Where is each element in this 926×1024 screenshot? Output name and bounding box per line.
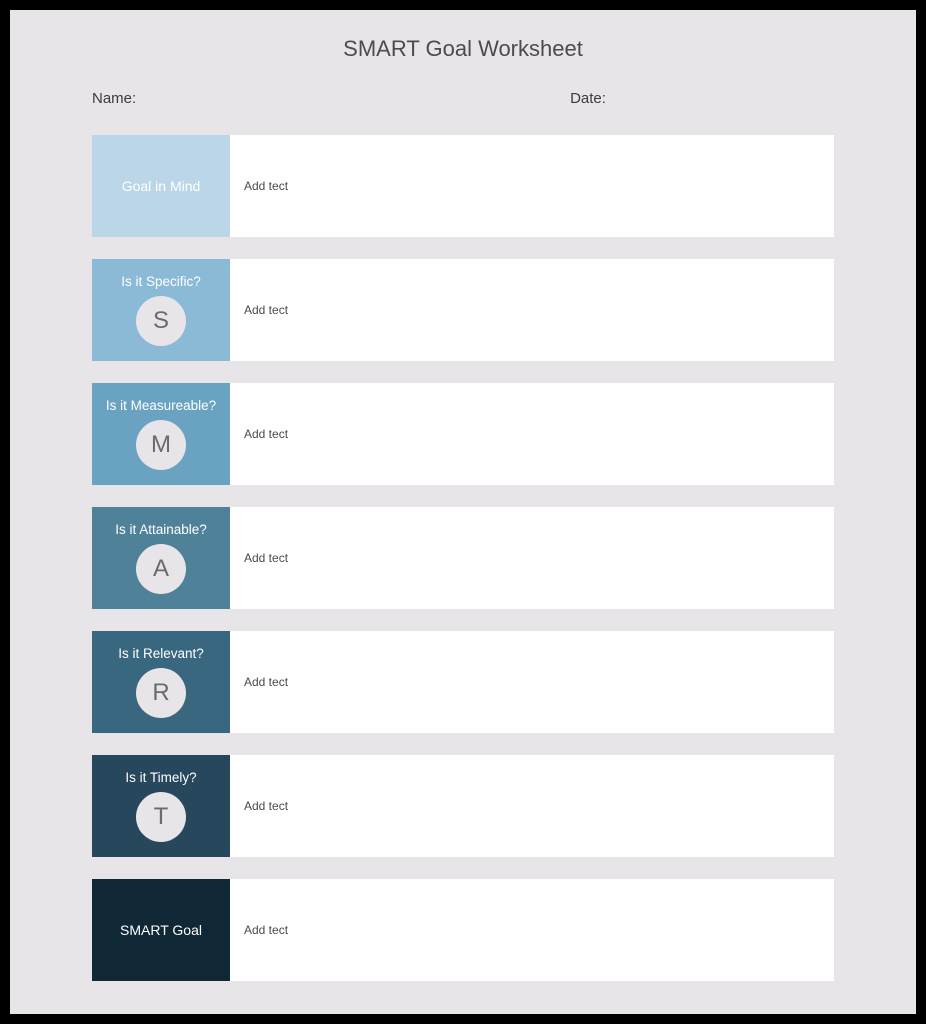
row-input-goal[interactable]: Add tect (230, 135, 834, 237)
row-label-goal: Goal in Mind (92, 135, 230, 237)
row-label-text: SMART Goal (120, 922, 202, 939)
row-input-timely[interactable]: Add tect (230, 755, 834, 857)
row-label-text: Goal in Mind (122, 178, 201, 195)
row-specific: Is it Specific? S Add tect (92, 259, 834, 361)
row-label-text: Is it Timely? (125, 770, 196, 786)
row-timely: Is it Timely? T Add tect (92, 755, 834, 857)
letter-circle-s: S (136, 296, 186, 346)
name-label: Name: (92, 90, 500, 107)
row-input-specific[interactable]: Add tect (230, 259, 834, 361)
date-label: Date: (500, 90, 834, 107)
row-attainable: Is it Attainable? A Add tect (92, 507, 834, 609)
letter-circle-r: R (136, 668, 186, 718)
row-relevant: Is it Relevant? R Add tect (92, 631, 834, 733)
worksheet-frame: SMART Goal Worksheet Name: Date: Goal in… (10, 10, 916, 1014)
row-label-text: Is it Relevant? (118, 646, 204, 662)
row-label-specific: Is it Specific? S (92, 259, 230, 361)
row-label-text: Is it Attainable? (115, 522, 207, 538)
row-input-attainable[interactable]: Add tect (230, 507, 834, 609)
row-goal-in-mind: Goal in Mind Add tect (92, 135, 834, 237)
worksheet-title: SMART Goal Worksheet (10, 36, 916, 62)
row-label-measurable: Is it Measureable? M (92, 383, 230, 485)
row-smart-goal: SMART Goal Add tect (92, 879, 834, 981)
letter-circle-a: A (136, 544, 186, 594)
rows-container: Goal in Mind Add tect Is it Specific? S … (10, 135, 916, 981)
row-input-relevant[interactable]: Add tect (230, 631, 834, 733)
row-label-text: Is it Measureable? (106, 398, 216, 414)
row-measurable: Is it Measureable? M Add tect (92, 383, 834, 485)
header-row: Name: Date: (10, 90, 916, 107)
row-input-measurable[interactable]: Add tect (230, 383, 834, 485)
row-label-timely: Is it Timely? T (92, 755, 230, 857)
letter-circle-m: M (136, 420, 186, 470)
row-input-smart[interactable]: Add tect (230, 879, 834, 981)
letter-circle-t: T (136, 792, 186, 842)
row-label-text: Is it Specific? (121, 274, 201, 290)
row-label-relevant: Is it Relevant? R (92, 631, 230, 733)
row-label-smart: SMART Goal (92, 879, 230, 981)
row-label-attainable: Is it Attainable? A (92, 507, 230, 609)
